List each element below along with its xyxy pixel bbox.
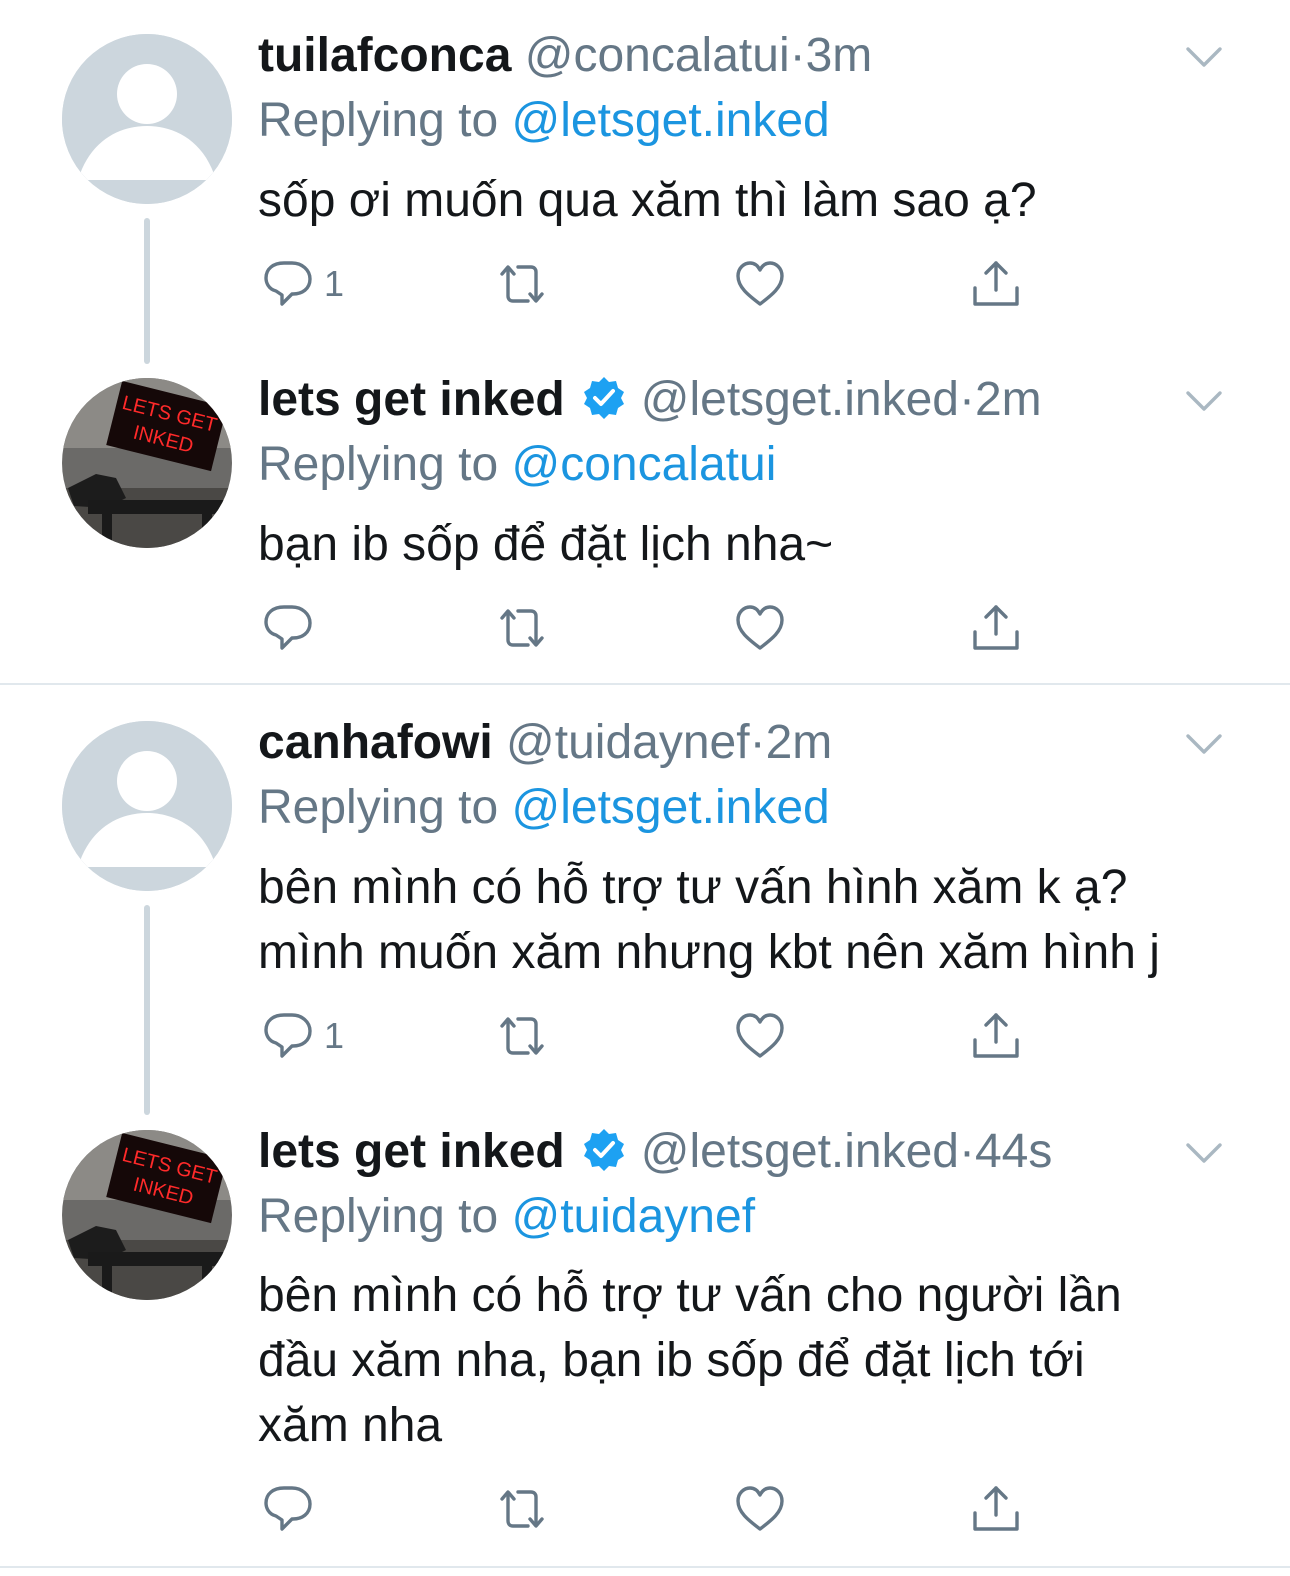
chevron-down-icon[interactable] <box>1184 44 1224 70</box>
separator-dot: · <box>749 716 766 769</box>
default-avatar-icon <box>62 34 232 204</box>
share-icon <box>973 261 1019 306</box>
replying-to: Replying to @letsget.inked <box>258 91 830 151</box>
retweet-icon <box>500 609 544 647</box>
tweet-header: canhafowi @tuidaynef·2m <box>258 713 832 773</box>
reply-icon <box>264 261 312 306</box>
chevron-down-icon[interactable] <box>1184 388 1224 414</box>
like-icon <box>736 1486 784 1531</box>
tweet-text: bên mình có hỗ trợ tư vấn cho người lần … <box>258 1269 1122 1452</box>
chevron-down-icon[interactable] <box>1184 731 1224 757</box>
share-button[interactable] <box>970 256 1022 312</box>
user-handle[interactable]: @concalatui <box>525 29 790 82</box>
share-button[interactable] <box>970 1008 1022 1064</box>
verified-badge-icon <box>583 1129 624 1171</box>
reply-button[interactable] <box>262 1481 324 1537</box>
avatar[interactable] <box>62 34 232 204</box>
thread-divider <box>0 683 1290 685</box>
neon-sign-avatar-icon <box>62 1130 232 1300</box>
like-button[interactable] <box>734 600 786 656</box>
replying-to: Replying to @tuidaynef <box>258 1187 755 1247</box>
timestamp[interactable]: 44s <box>975 1125 1052 1178</box>
reply-icon <box>264 605 312 650</box>
retweet-icon <box>500 265 544 303</box>
replying-to-label: Replying to <box>258 94 499 147</box>
like-icon <box>736 605 784 650</box>
like-button[interactable] <box>734 1481 786 1537</box>
separator-dot: · <box>958 373 975 426</box>
user-handle[interactable]: @letsget.inked <box>641 1125 959 1178</box>
timestamp[interactable]: 2m <box>975 373 1042 426</box>
like-button[interactable] <box>734 256 786 312</box>
user-handle[interactable]: @tuidaynef <box>506 716 750 769</box>
tweet-actions: 1 <box>262 1008 1062 1064</box>
thread-line <box>144 905 150 1115</box>
display-name[interactable]: tuilafconca <box>258 29 511 82</box>
verified-badge-icon <box>583 377 624 419</box>
replying-to-label: Replying to <box>258 438 499 491</box>
tweet-actions <box>262 1481 1062 1537</box>
like-icon <box>736 261 784 306</box>
thread-line <box>144 218 150 364</box>
like-icon <box>736 1013 784 1058</box>
reply-count: 1 <box>324 263 345 304</box>
share-button[interactable] <box>970 1481 1022 1537</box>
replying-to-label: Replying to <box>258 1190 499 1243</box>
tweet-text: bên mình có hỗ trợ tư vấn hình xăm k ạ? … <box>258 861 1160 979</box>
replying-to-label: Replying to <box>258 781 499 834</box>
user-handle[interactable]: @letsget.inked <box>641 373 959 426</box>
share-icon <box>973 1013 1019 1058</box>
neon-sign-avatar-icon <box>62 378 232 548</box>
mention-link[interactable]: @tuidaynef <box>511 1190 755 1243</box>
reply-icon <box>264 1013 312 1058</box>
tweet-header: tuilafconca @concalatui·3m <box>258 26 872 86</box>
share-button[interactable] <box>970 600 1022 656</box>
timestamp[interactable]: 3m <box>806 29 873 82</box>
tweet-text: sốp ơi muốn qua xăm thì làm sao ạ? <box>258 174 1037 227</box>
retweet-icon <box>500 1017 544 1055</box>
share-icon <box>973 605 1019 650</box>
retweet-button[interactable] <box>496 1481 548 1537</box>
reply-button[interactable]: 1 <box>262 1008 344 1064</box>
display-name[interactable]: lets get inked <box>258 1125 565 1178</box>
default-avatar-icon <box>62 721 232 891</box>
tweet-header: lets get inked @letsget.inked·2m <box>258 370 1042 430</box>
display-name[interactable]: canhafowi <box>258 716 493 769</box>
bottom-divider <box>0 1566 1290 1568</box>
separator-dot: · <box>789 29 806 82</box>
share-icon <box>973 1486 1019 1531</box>
timestamp[interactable]: 2m <box>766 716 833 769</box>
separator-dot: · <box>958 1125 975 1178</box>
mention-link[interactable]: @concalatui <box>511 438 776 491</box>
reply-count: 1 <box>324 1015 345 1056</box>
replying-to: Replying to @concalatui <box>258 435 776 495</box>
avatar[interactable] <box>62 1130 232 1300</box>
display-name[interactable]: lets get inked <box>258 373 565 426</box>
retweet-icon <box>500 1490 544 1528</box>
mention-link[interactable]: @letsget.inked <box>511 781 829 834</box>
tweet-actions <box>262 600 1062 656</box>
replying-to: Replying to @letsget.inked <box>258 778 830 838</box>
tweet-actions: 1 <box>262 256 1062 312</box>
like-button[interactable] <box>734 1008 786 1064</box>
reply-icon <box>264 1486 312 1531</box>
tweet-text: bạn ib sốp để đặt lịch nha~ <box>258 518 834 571</box>
avatar[interactable] <box>62 721 232 891</box>
reply-button[interactable] <box>262 600 324 656</box>
retweet-button[interactable] <box>496 600 548 656</box>
mention-link[interactable]: @letsget.inked <box>511 94 829 147</box>
chevron-down-icon[interactable] <box>1184 1140 1224 1166</box>
retweet-button[interactable] <box>496 256 548 312</box>
avatar[interactable] <box>62 378 232 548</box>
tweet-header: lets get inked @letsget.inked·44s <box>258 1122 1052 1182</box>
reply-button[interactable]: 1 <box>262 256 344 312</box>
retweet-button[interactable] <box>496 1008 548 1064</box>
